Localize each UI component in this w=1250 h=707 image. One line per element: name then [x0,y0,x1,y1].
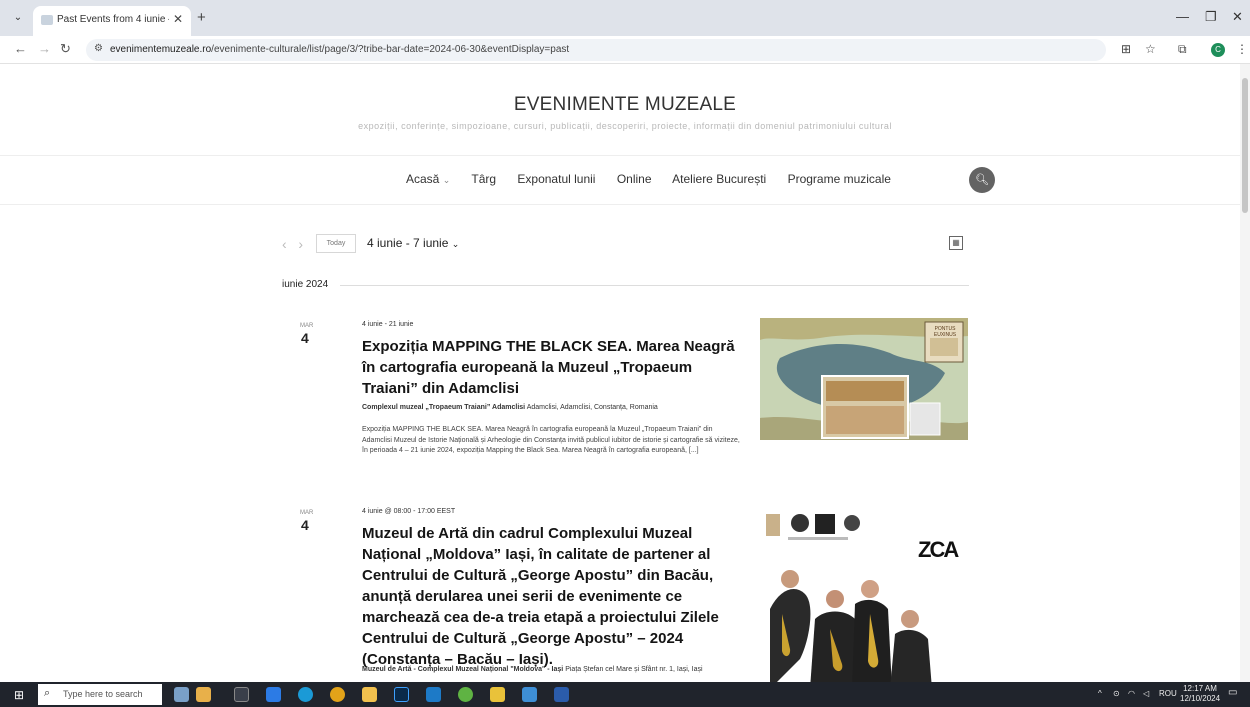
nav-item-programe-muzicale[interactable]: Programe muzicale [788,172,891,186]
event-title-link[interactable]: Expoziția MAPPING THE BLACK SEA. Marea N… [362,336,737,399]
event-venue: Muzeul de Artă - Complexul Muzeal Națion… [362,666,703,673]
nav-item-acasa[interactable]: Acasă ⌄ [406,172,450,186]
event-day-number: 4 [301,330,309,346]
snipping-tool-icon[interactable] [174,687,189,702]
tab-close-icon[interactable]: ✕ [173,12,183,26]
search-icon: 🔍︎ [975,174,989,186]
edge-browser-icon[interactable] [298,687,313,702]
pinned-app-4-icon[interactable] [490,687,505,702]
url-field[interactable]: ⚙ evenimentemuzeale.ro/evenimente-cultur… [86,39,1106,61]
address-bar-row: ← → ↻ ⚙ evenimentemuzeale.ro/evenimente-… [0,36,1250,64]
event-datetime: 4 iunie @ 08:00 - 17:00 EEST [362,508,456,515]
search-button[interactable]: 🔍︎ [969,167,995,193]
chevron-down-icon: ⌄ [442,175,451,185]
bookmark-star-icon[interactable]: ☆ [1145,42,1156,56]
tab-favicon-icon [41,15,53,25]
nav-item-exponatul-lunii[interactable]: Exponatul lunii [517,172,595,186]
site-info-icon[interactable]: ⚙ [94,43,103,54]
taskbar-clock[interactable]: 12:17 AM 12/10/2024 [1180,684,1220,704]
event-venue: Complexul muzeal „Tropaeum Traiani” Adam… [362,404,658,411]
windows-start-icon[interactable]: ⊞ [14,688,24,702]
close-window-button[interactable]: ✕ [1232,9,1243,25]
nav-item-ateliere-bucuresti[interactable]: Ateliere București [672,172,766,186]
main-navigation: Acasă ⌄ Târg Exponatul lunii Online Atel… [406,172,909,186]
search-icon: ⌕ [44,687,51,699]
menu-kebab-icon[interactable]: ⋮ [1236,42,1248,56]
task-view-icon[interactable] [234,687,249,702]
next-arrow-icon[interactable]: › [298,236,303,252]
nav-item-online[interactable]: Online [617,172,652,186]
profile-avatar[interactable]: C [1211,43,1225,57]
translate-icon[interactable]: ⊞ [1121,42,1131,56]
event-weekday: MAR [300,510,314,516]
url-text: evenimentemuzeale.ro/evenimente-cultural… [110,44,570,55]
notification-icon[interactable]: ▭ [1228,687,1237,698]
word-icon[interactable] [554,687,569,702]
taskbar-search-placeholder: Type here to search [63,689,143,699]
tab-search-chevron-icon[interactable]: ⌄ [8,8,28,28]
header-divider [0,155,1240,156]
event-image-black-sea-map[interactable]: PONTUS EUXINUS [760,318,968,440]
chevron-down-icon: ⌄ [451,239,460,249]
clock-time: 12:17 AM [1183,684,1217,693]
extensions-icon[interactable]: ⧉ [1178,42,1187,57]
new-tab-button[interactable]: + [197,9,206,26]
reload-icon[interactable]: ↻ [60,41,71,57]
map-label: PONTUS EUXINUS [933,326,957,338]
event-datetime: 4 iunie - 21 iunie [362,321,414,328]
clock-date: 12/10/2024 [1180,694,1221,703]
date-range-selector[interactable]: 4 iunie - 7 iunie ⌄ [367,236,459,250]
minimize-button[interactable]: — [1176,9,1189,24]
browser-tab-strip: ⌄ Past Events from 4 iunie – 7 iun ✕ + —… [0,0,1250,36]
month-divider [340,285,969,286]
pinned-app-3-icon[interactable] [458,687,473,702]
poster-illustration [760,509,968,682]
event-title-link[interactable]: Muzeul de Artă din cadrul Complexului Mu… [362,523,737,670]
tray-chevron-up-icon[interactable]: ^ [1098,689,1102,698]
view-switcher-icon[interactable]: ▦ [949,236,963,250]
prev-arrow-icon[interactable]: ‹ [282,236,287,252]
pinned-app-2-icon[interactable] [426,687,441,702]
photoshop-icon[interactable] [394,687,409,702]
tray-volume-icon[interactable]: ◁ [1143,689,1149,698]
pinned-app-5-icon[interactable] [522,687,537,702]
file-explorer-icon[interactable] [362,687,377,702]
back-arrow-icon[interactable]: ← [14,41,27,56]
event-image-concert-poster[interactable]: ZCA [760,509,968,682]
tray-language[interactable]: ROU [1159,689,1177,698]
copilot-icon[interactable] [266,687,281,702]
date-nav-arrows: ‹ › [282,236,303,252]
site-title[interactable]: EVENIMENTE MUZEALE [0,94,1250,116]
nav-item-targ[interactable]: Târg [471,172,496,186]
poster-zca-logo: ZCA [918,537,959,562]
tray-network-icon[interactable]: ⊙ [1113,689,1120,698]
windows-taskbar: ⊞ ⌕ Type here to search ^ ⊙ ◠ ◁ ROU 12:1… [0,682,1250,707]
web-page: EVENIMENTE MUZEALE expoziții, conferințe… [0,64,1250,682]
event-weekday: MAR [300,323,314,329]
tab-title: Past Events from 4 iunie – 7 iun [57,14,169,25]
today-button[interactable]: Today [316,234,356,253]
chrome-browser-icon[interactable] [330,687,345,702]
tray-wifi-icon[interactable]: ◠ [1128,689,1135,698]
scrollbar-thumb[interactable] [1242,78,1248,213]
event-day-number: 4 [301,517,309,533]
site-tagline: expoziții, conferințe, simpozioane, curs… [358,121,892,131]
pinned-app-icon[interactable] [196,687,211,702]
event-description: Expoziția MAPPING THE BLACK SEA. Marea N… [362,426,740,454]
active-tab[interactable]: Past Events from 4 iunie – 7 iun ✕ [33,6,191,36]
nav-divider [0,204,1240,205]
taskbar-search-box[interactable]: ⌕ Type here to search [38,684,162,705]
forward-arrow-icon[interactable]: → [38,41,51,56]
restore-button[interactable]: ❐ [1205,9,1217,25]
month-separator-label: iunie 2024 [282,279,329,290]
